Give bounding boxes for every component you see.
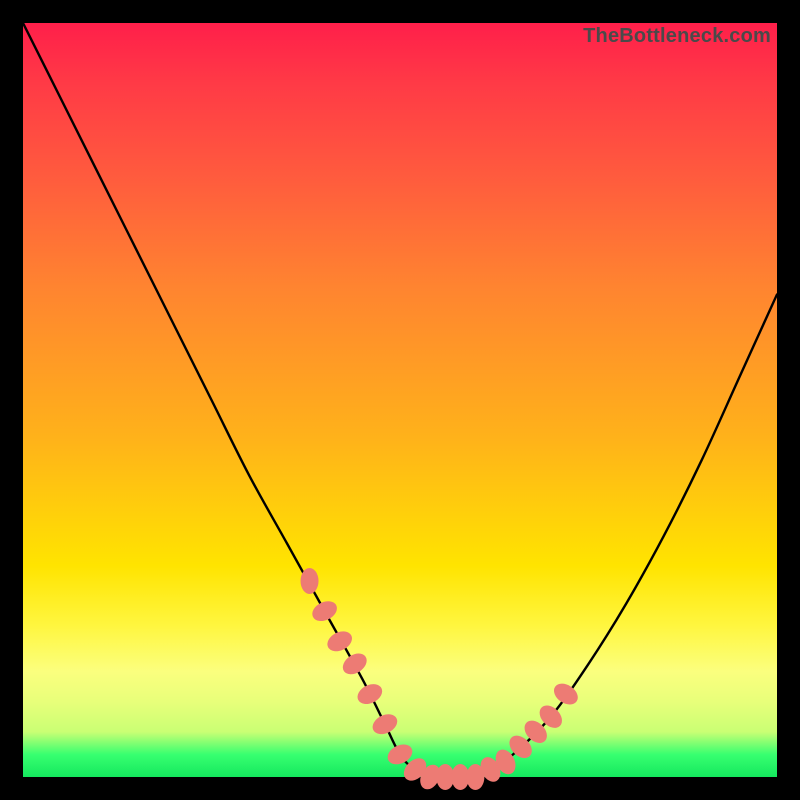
highlight-dot (354, 680, 385, 708)
chart-frame: TheBottleneck.com (0, 0, 800, 800)
highlight-dot (550, 679, 582, 708)
highlight-dot (324, 627, 355, 655)
highlight-dot (309, 597, 340, 625)
highlight-dot (369, 710, 400, 738)
highlight-dots-group (301, 568, 582, 793)
bottleneck-curve-line (23, 23, 777, 778)
chart-svg (23, 23, 777, 777)
chart-plot-area: TheBottleneck.com (23, 23, 777, 777)
highlight-dot (301, 568, 319, 594)
highlight-dot (339, 649, 371, 678)
